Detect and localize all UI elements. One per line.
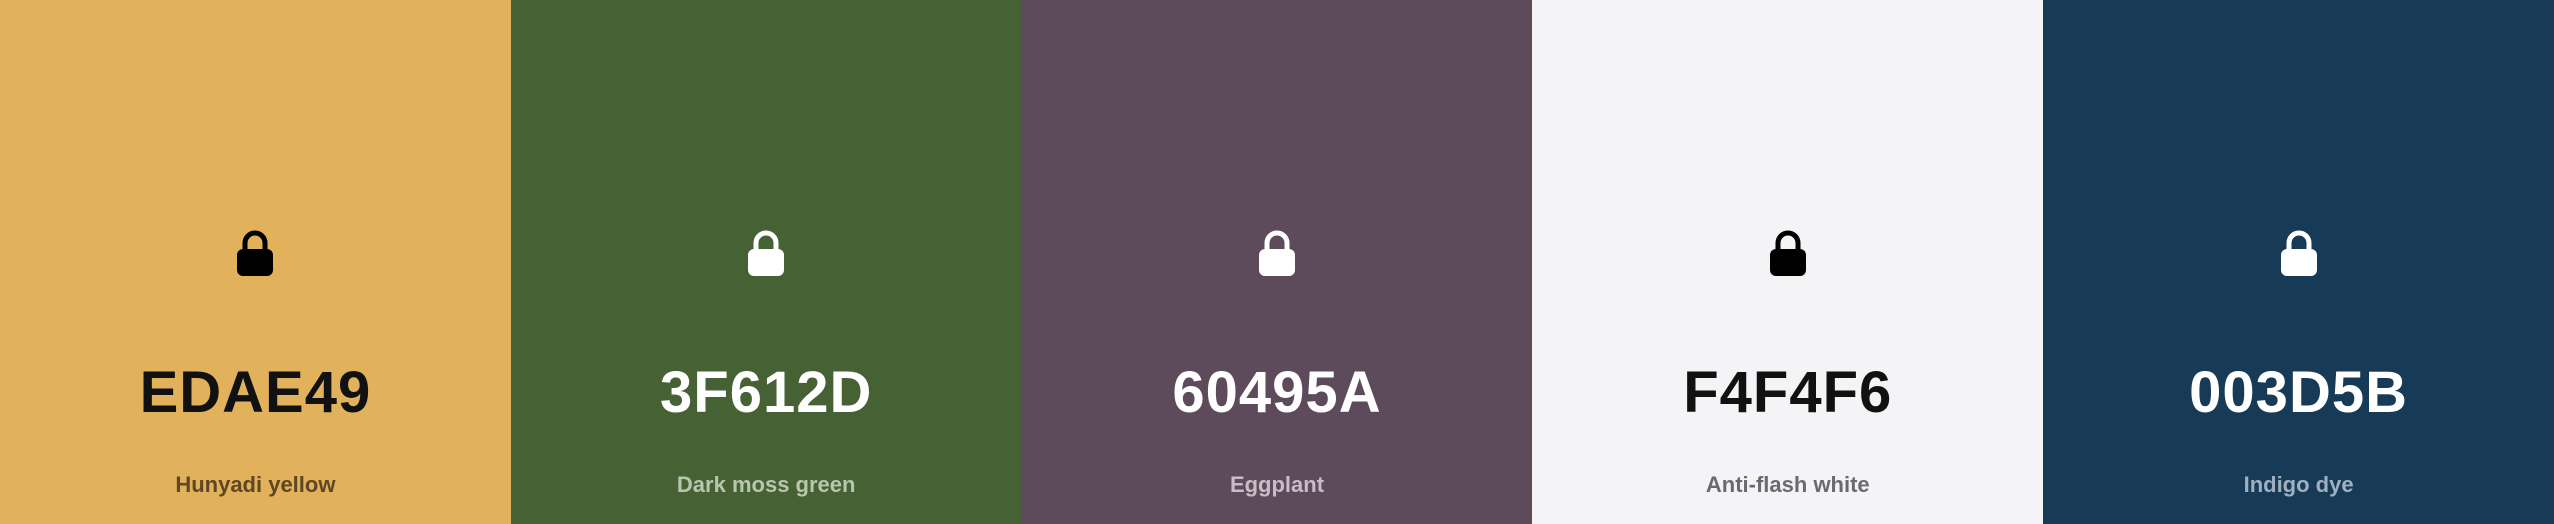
color-name: Indigo dye (2243, 472, 2354, 497)
color-name: Dark moss green (676, 472, 856, 497)
color-palette: EDAE49 Hunyadi yellow 3F612D Dark moss g… (0, 0, 2554, 524)
color-name: Hunyadi yellow (175, 472, 336, 497)
color-swatch-indigo-dye[interactable]: 003D5B Indigo dye (2043, 0, 2554, 524)
lock-icon[interactable] (743, 228, 789, 278)
color-name: Eggplant (1229, 472, 1325, 497)
hex-code[interactable]: 3F612D (511, 358, 1022, 428)
hex-code[interactable]: F4F4F6 (1532, 358, 2043, 428)
hex-code[interactable]: 60495A (1022, 358, 1533, 428)
color-swatch-dark-moss-green[interactable]: 3F612D Dark moss green (510, 0, 1022, 524)
lock-icon[interactable] (1765, 228, 1811, 278)
color-swatch-eggplant[interactable]: 60495A Eggplant (1021, 0, 1533, 524)
color-name: Anti-flash white (1705, 472, 1870, 497)
lock-icon[interactable] (232, 228, 278, 278)
hex-code[interactable]: 003D5B (2043, 358, 2554, 428)
color-swatch-hunyadi-yellow[interactable]: EDAE49 Hunyadi yellow (0, 0, 511, 524)
lock-icon[interactable] (1254, 228, 1300, 278)
color-swatch-anti-flash-white[interactable]: F4F4F6 Anti-flash white (1532, 0, 2044, 524)
lock-icon[interactable] (2276, 228, 2322, 278)
hex-code[interactable]: EDAE49 (0, 358, 511, 428)
